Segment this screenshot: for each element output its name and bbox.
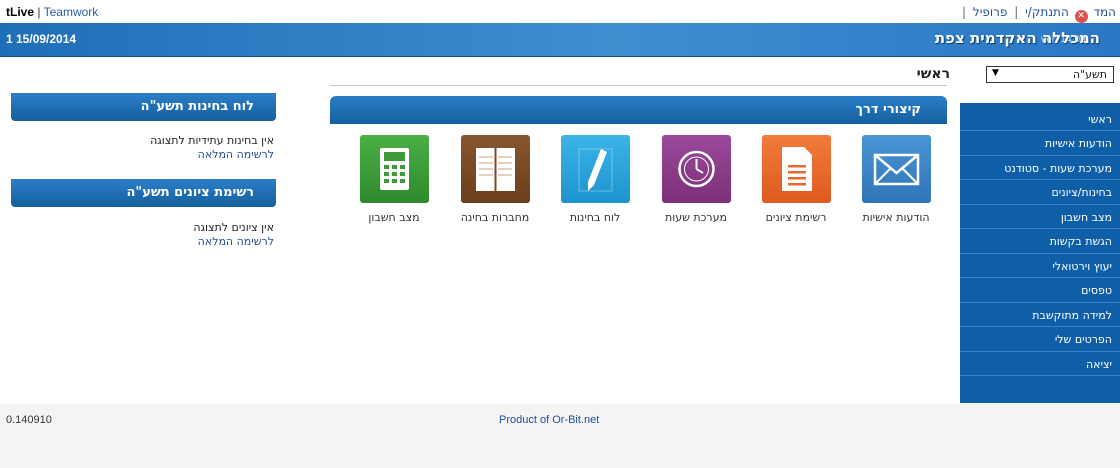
sidebar-item-home[interactable]: ראשי xyxy=(960,103,1120,131)
sidebar-item-account[interactable]: מצב חשבון xyxy=(960,205,1120,229)
sidebar-item-exams-grades[interactable]: בחינות/ציונים xyxy=(960,180,1120,205)
teamwork-link[interactable]: Teamwork xyxy=(44,5,99,19)
sidebar-item-elearning[interactable]: למידה מתוקשבת xyxy=(960,303,1120,327)
shortcut-label: מחברות בחינה xyxy=(460,211,530,224)
profile-link[interactable]: פרופיל xyxy=(973,5,1008,19)
top-links-left: tLive | Teamwork xyxy=(6,5,98,19)
sidebar-nav: ראשי הודעות אישיות מערכת שעות - סטודנט ב… xyxy=(960,103,1120,403)
grades-panel-header: רשימת ציונים תשע"ה xyxy=(11,179,276,207)
grades-full-list-link[interactable]: לרשימה המלאה xyxy=(24,235,274,249)
top-links-bar: tLive | Teamwork המד ✕ התנתק/י | פרופיל … xyxy=(0,0,1120,23)
exams-panel-header: לוח בחינות תשע"ה xyxy=(11,93,276,121)
separator: | xyxy=(37,5,41,19)
clock-icon xyxy=(661,135,731,203)
app-link[interactable]: tLive xyxy=(6,5,34,19)
current-date: 1 15/09/2014 xyxy=(6,32,77,46)
shortcut-grades[interactable]: רשימת ציונים xyxy=(746,135,846,224)
sidebar-item-schedule[interactable]: מערכת שעות - סטודנט xyxy=(960,156,1120,180)
calculator-icon xyxy=(359,135,429,203)
shortcut-messages[interactable]: הודעות אישיות xyxy=(846,135,946,224)
exams-full-list-link[interactable]: לרשימה המלאה xyxy=(24,148,274,162)
shortcuts-header: קיצורי דרך xyxy=(330,96,947,124)
top-links-right: המד ✕ התנתק/י | פרופיל | xyxy=(959,5,1116,23)
shortcut-exam-notebooks[interactable]: מחברות בחינה xyxy=(445,135,545,224)
version-label: ver. 14.09 xyxy=(1040,35,1086,45)
sidebar-item-my-details[interactable]: הפרטים שלי xyxy=(960,327,1120,352)
title-divider xyxy=(330,85,947,86)
shortcut-label: רשימת ציונים xyxy=(765,211,827,224)
year-select-value: תשע"ה xyxy=(1072,68,1107,81)
chevron-down-icon: ▼ xyxy=(992,68,999,78)
grades-empty-text: אין ציונים לתצוגה xyxy=(193,221,274,234)
separator: | xyxy=(962,5,967,19)
year-select[interactable]: תשע"ה ▼ xyxy=(986,66,1114,83)
grades-panel-body: אין ציונים לתצוגה לרשימה המלאה xyxy=(24,221,274,249)
page-title: ראשי xyxy=(916,66,950,82)
notebook-icon xyxy=(460,135,530,203)
home-link[interactable]: המד xyxy=(1093,5,1116,19)
sidebar-item-logout[interactable]: יציאה xyxy=(960,352,1120,376)
sidebar-item-messages[interactable]: הודעות אישיות xyxy=(960,131,1120,156)
shortcut-account[interactable]: מצב חשבון xyxy=(344,135,444,224)
close-icon[interactable]: ✕ xyxy=(1074,10,1088,23)
shortcut-schedule[interactable]: מערכת שעות xyxy=(646,135,746,224)
exams-empty-text: אין בחינות עתידיות לתצוגה xyxy=(150,134,274,147)
shortcut-label: הודעות אישיות xyxy=(862,211,930,224)
sidebar-item-virtual-advice[interactable]: יעוץ וירטואלי xyxy=(960,254,1120,278)
separator: | xyxy=(1014,5,1019,19)
footer-version: 0.140910 xyxy=(6,414,52,426)
shortcut-label: מצב חשבון xyxy=(368,211,420,224)
document-icon xyxy=(761,135,831,203)
footer-product-link[interactable]: Product of Or-Bit.net xyxy=(499,414,599,426)
shortcut-label: לוח בחינות xyxy=(569,211,621,224)
logout-link[interactable]: התנתק/י xyxy=(1025,5,1069,19)
sidebar-item-forms[interactable]: טפסים xyxy=(960,278,1120,303)
shortcut-label: מערכת שעות xyxy=(664,211,727,224)
shortcut-exams[interactable]: לוח בחינות xyxy=(545,135,645,224)
sidebar-item-requests[interactable]: הגשת בקשות xyxy=(960,229,1120,254)
header-band: 1 15/09/2014 המכללה האקדמית צפת ver. 14.… xyxy=(0,23,1120,57)
exams-panel-body: אין בחינות עתידיות לתצוגה לרשימה המלאה xyxy=(24,134,274,162)
pen-icon xyxy=(560,135,630,203)
envelope-icon xyxy=(861,135,931,203)
